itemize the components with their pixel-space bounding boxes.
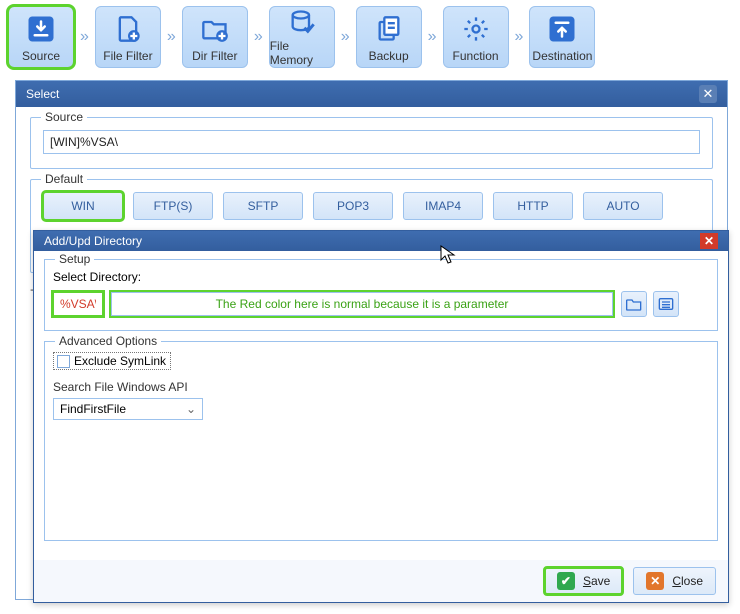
source-legend: Source xyxy=(41,110,87,124)
close-button[interactable]: ✕ Close xyxy=(633,567,716,595)
checkbox-icon xyxy=(57,355,70,368)
upload-icon xyxy=(544,11,580,47)
chevron-right-icon: » xyxy=(424,28,441,46)
list-view-button[interactable] xyxy=(653,291,679,317)
step-backup[interactable]: Backup xyxy=(356,6,422,68)
chevron-down-icon: ⌄ xyxy=(186,402,196,416)
folder-plus-icon xyxy=(197,11,233,47)
file-plus-icon xyxy=(110,11,146,47)
protocol-sftp[interactable]: SFTP xyxy=(223,192,303,220)
directory-param-input[interactable] xyxy=(53,292,103,316)
dialog-footer: ✔ Save ✕ Close xyxy=(34,560,728,602)
step-label: File Filter xyxy=(103,49,152,63)
dialog-titlebar[interactable]: Add/Upd Directory ✕ xyxy=(34,231,728,251)
setup-legend: Setup xyxy=(55,252,94,266)
panel-titlebar: Select ✕ xyxy=(16,81,727,107)
step-file-filter[interactable]: File Filter xyxy=(95,6,161,68)
step-source[interactable]: Source xyxy=(8,6,74,68)
files-icon xyxy=(371,11,407,47)
check-icon: ✔ xyxy=(557,572,575,590)
x-icon: ✕ xyxy=(646,572,664,590)
download-icon xyxy=(23,11,59,47)
database-check-icon xyxy=(284,7,320,37)
protocol-pop3[interactable]: POP3 xyxy=(313,192,393,220)
chevron-right-icon: » xyxy=(163,28,180,46)
step-label: Destination xyxy=(532,49,592,63)
source-input[interactable] xyxy=(43,130,700,154)
directory-note-input[interactable] xyxy=(111,292,613,316)
exclude-symlink-label: Exclude SymLink xyxy=(74,354,166,368)
step-label: File Memory xyxy=(270,39,334,67)
source-fieldset: Source xyxy=(30,117,713,169)
close-label-rest: lose xyxy=(681,574,703,588)
save-button[interactable]: ✔ Save xyxy=(544,567,623,595)
exclude-symlink-checkbox[interactable]: Exclude SymLink xyxy=(53,352,171,370)
step-dir-filter[interactable]: Dir Filter xyxy=(182,6,248,68)
step-destination[interactable]: Destination xyxy=(529,6,595,68)
gear-icon xyxy=(458,11,494,47)
folder-icon xyxy=(626,297,642,311)
chevron-right-icon: » xyxy=(76,28,93,46)
advanced-legend: Advanced Options xyxy=(55,334,161,348)
protocol-http[interactable]: HTTP xyxy=(493,192,573,220)
save-label-rest: ave xyxy=(591,574,610,588)
protocol-ftps[interactable]: FTP(S) xyxy=(133,192,213,220)
close-icon[interactable]: ✕ xyxy=(700,233,718,249)
dialog-title-text: Add/Upd Directory xyxy=(44,234,142,248)
select-directory-label: Select Directory: xyxy=(53,270,141,284)
chevron-right-icon: » xyxy=(250,28,267,46)
advanced-options-fieldset: Advanced Options Exclude SymLink Search … xyxy=(44,341,718,541)
setup-fieldset: Setup Select Directory: xyxy=(44,259,718,331)
search-api-label: Search File Windows API xyxy=(53,380,709,394)
step-label: Dir Filter xyxy=(192,49,237,63)
browse-folder-button[interactable] xyxy=(621,291,647,317)
chevron-right-icon: » xyxy=(511,28,528,46)
list-icon xyxy=(658,297,674,311)
step-function[interactable]: Function xyxy=(443,6,509,68)
protocol-win[interactable]: WIN xyxy=(43,192,123,220)
step-file-memory[interactable]: File Memory xyxy=(269,6,335,68)
panel-title-text: Select xyxy=(26,87,59,101)
search-api-combo[interactable]: FindFirstFile ⌄ xyxy=(53,398,203,420)
step-label: Function xyxy=(453,49,499,63)
protocol-imap4[interactable]: IMAP4 xyxy=(403,192,483,220)
close-icon[interactable]: ✕ xyxy=(699,85,717,103)
default-legend: Default xyxy=(41,172,87,186)
step-label: Backup xyxy=(369,49,409,63)
add-upd-directory-dialog: Add/Upd Directory ✕ Setup Select Directo… xyxy=(33,230,729,603)
chevron-right-icon: » xyxy=(337,28,354,46)
step-label: Source xyxy=(22,49,60,63)
step-toolbar: Source » File Filter » Dir Filter » File… xyxy=(0,0,740,74)
protocol-auto[interactable]: AUTO xyxy=(583,192,663,220)
combo-value: FindFirstFile xyxy=(60,402,126,416)
